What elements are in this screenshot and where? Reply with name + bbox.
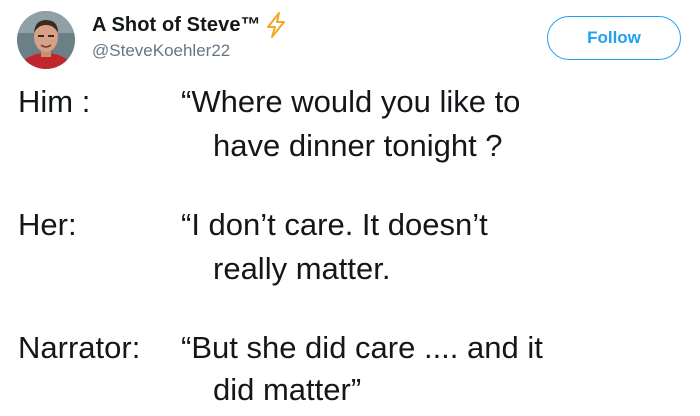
dialogue-line: “Where would you like to <box>181 84 521 119</box>
speaker-label: Him : <box>18 84 91 119</box>
speaker-label: Her: <box>18 207 77 242</box>
dialogue-line: really matter. <box>213 251 391 286</box>
dialogue-line: “I don’t care. It doesn’t <box>181 207 488 242</box>
dialogue-line: “But she did care .... and it <box>181 330 543 365</box>
dialogue-line: did matter” <box>213 372 362 407</box>
speaker-label: Narrator: <box>18 330 141 365</box>
dialogue-line: have dinner tonight ? <box>213 128 503 163</box>
tweet-body: Him : “Where would you like to have dinn… <box>0 0 700 416</box>
